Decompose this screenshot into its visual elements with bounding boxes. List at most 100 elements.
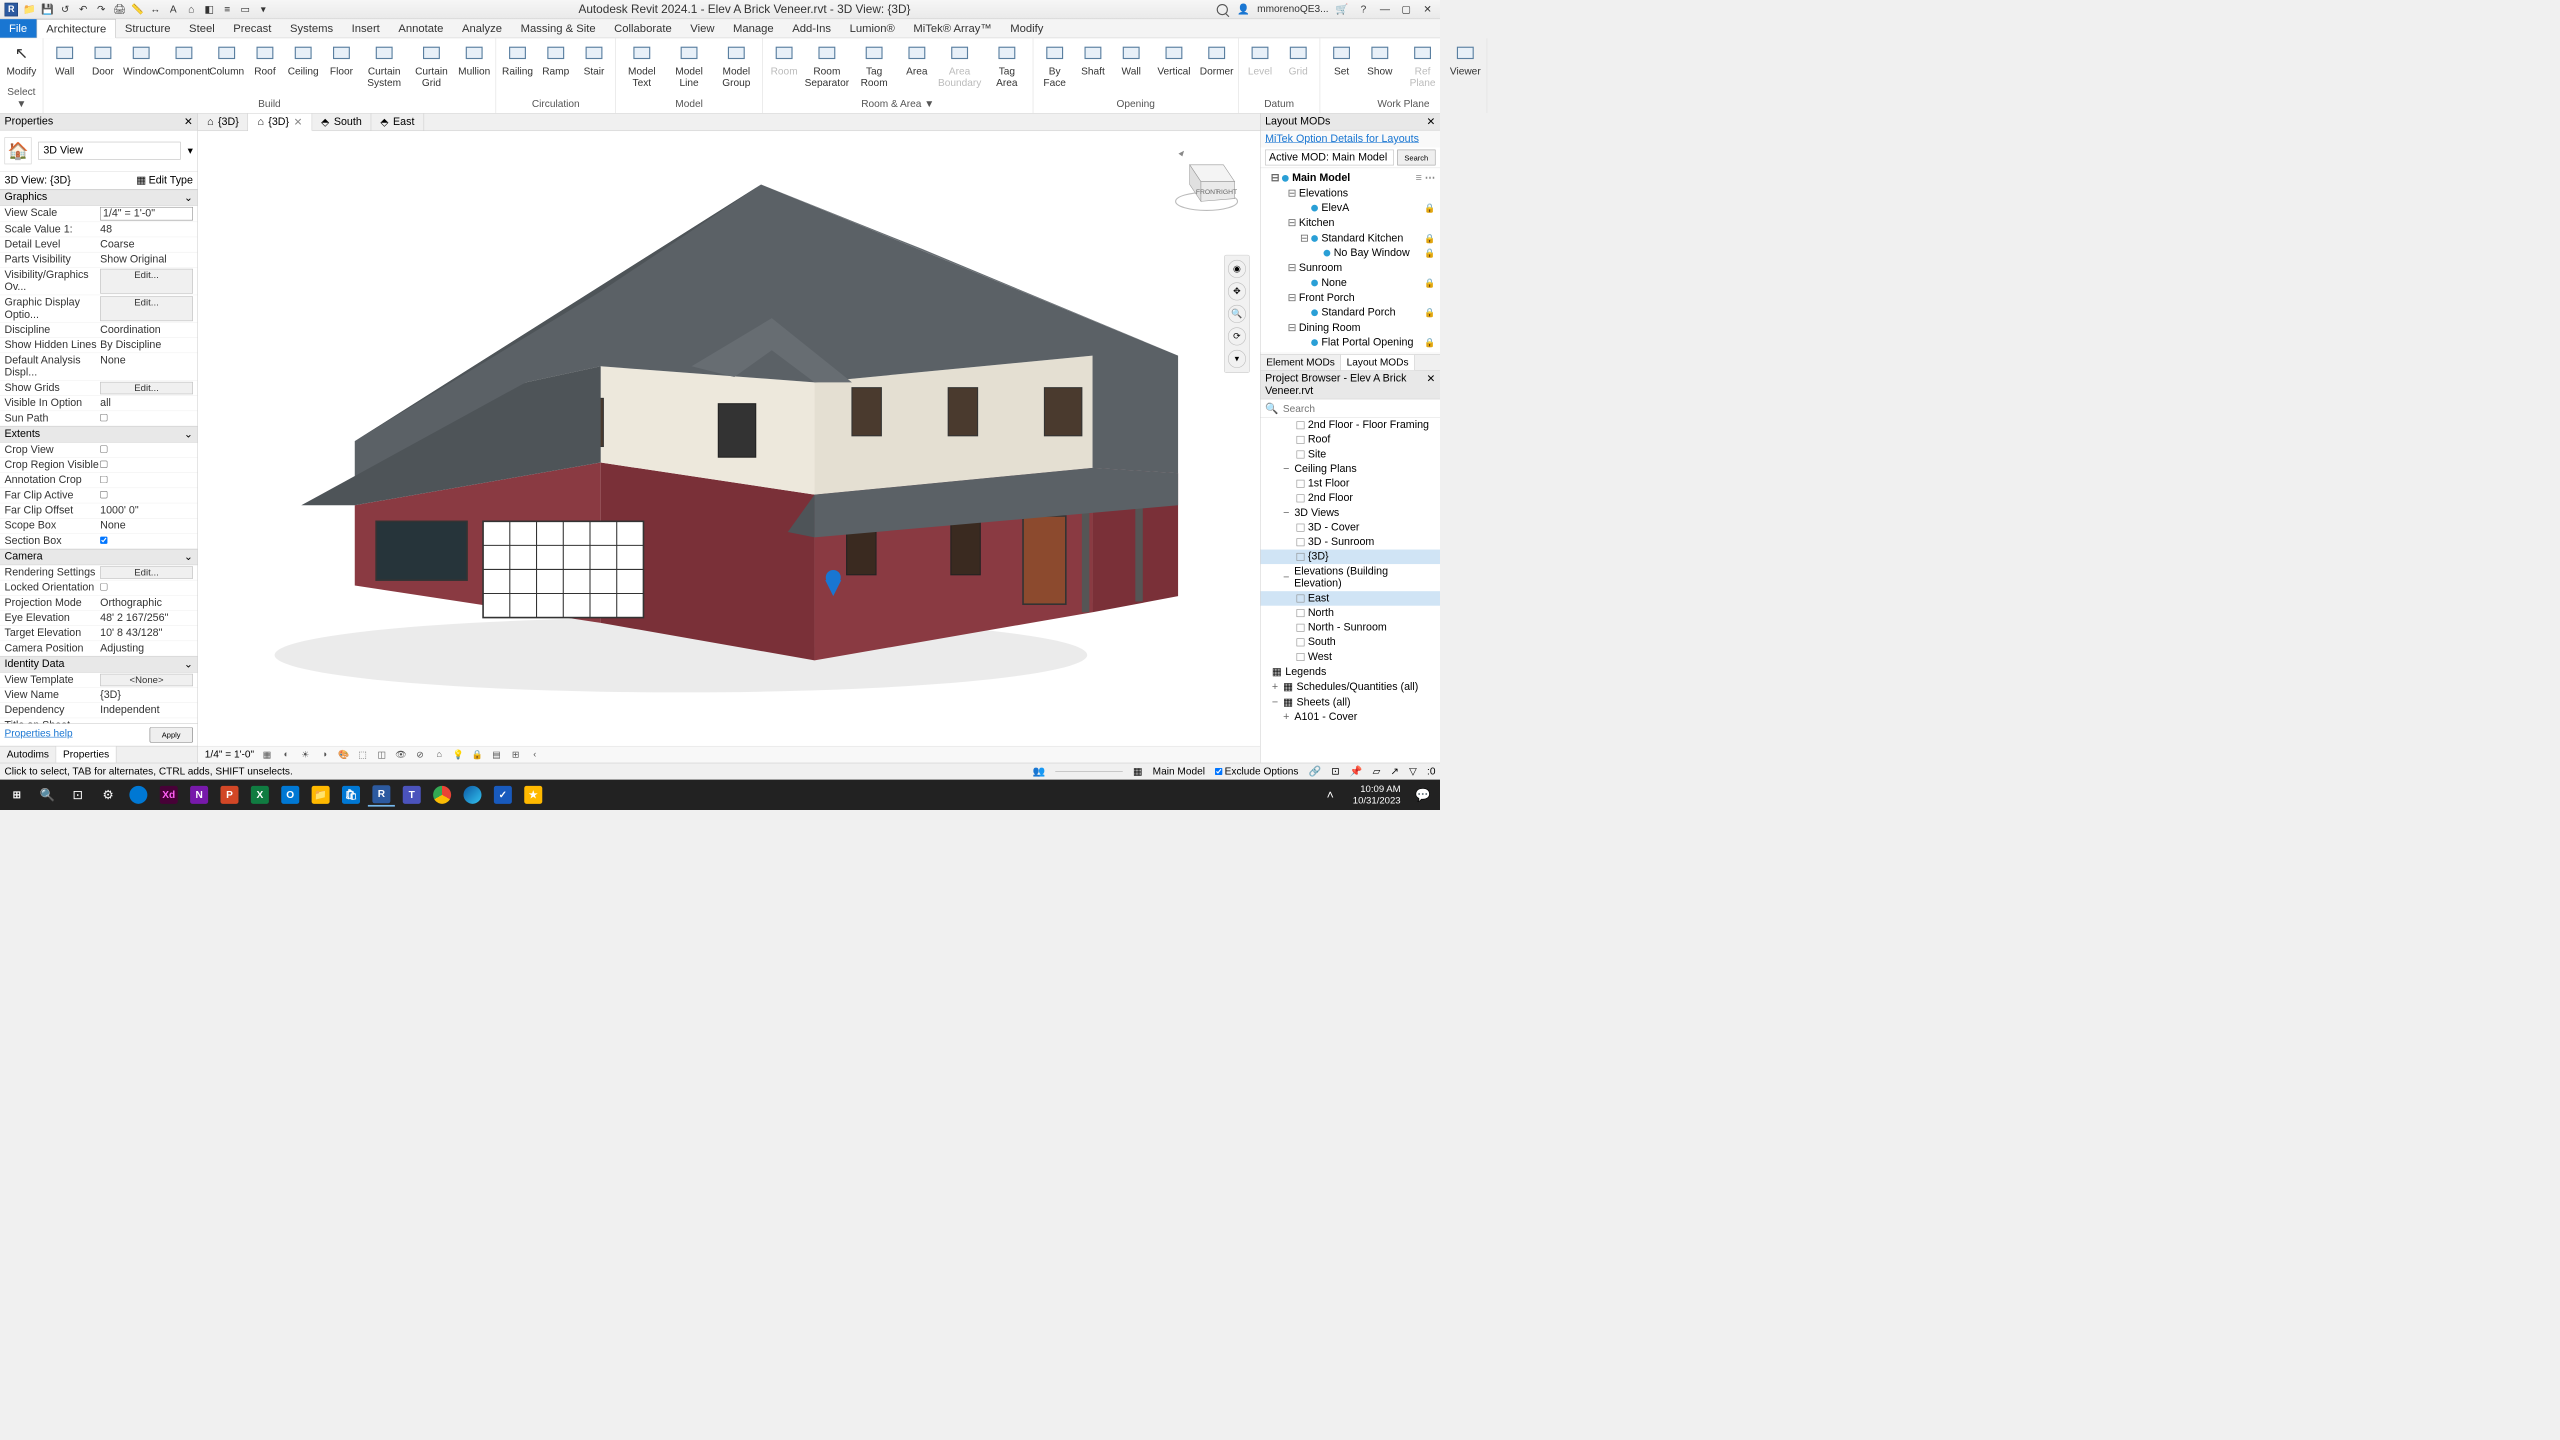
tree-node-main[interactable]: ⊟Main Model≡ ⋯ [1261, 170, 1440, 185]
shadows-icon[interactable]: ◑ [318, 748, 330, 760]
prop-value[interactable]: Edit... [100, 382, 193, 394]
text-icon[interactable]: A [167, 3, 181, 17]
nav-dropdown-icon[interactable]: ▾ [1228, 350, 1246, 368]
search-mods-button[interactable]: Search [1397, 150, 1435, 166]
menu-tab-file[interactable]: File [0, 19, 37, 38]
prop-value[interactable] [100, 412, 193, 424]
mods-tree-node[interactable]: ⊟Front Porch [1261, 290, 1440, 305]
view-tab[interactable]: ⬘South [312, 114, 371, 131]
redo-icon[interactable]: ↷ [95, 3, 109, 17]
select-face-icon[interactable]: ▱ [1373, 766, 1381, 778]
reveal-icon[interactable]: 💡 [452, 748, 464, 760]
mods-tree-node[interactable]: ⊟Standard Kitchen🔒 [1261, 231, 1440, 246]
section-icon[interactable]: ◧ [203, 3, 217, 17]
menu-tab-manage[interactable]: Manage [724, 19, 783, 38]
browser-item[interactable]: +A101 - Cover [1261, 710, 1440, 725]
browser-item[interactable]: North [1261, 606, 1440, 621]
prop-value[interactable]: 48' 2 167/256" [100, 612, 193, 624]
prop-value[interactable]: {3D} [100, 689, 193, 701]
tool-railing[interactable]: Railing [500, 41, 536, 97]
prop-category[interactable]: Identity Data⌄ [0, 656, 197, 672]
prop-value[interactable]: 1/4" = 1'-0" [100, 207, 193, 221]
browser-item[interactable]: −Ceiling Plans [1261, 462, 1440, 477]
mods-tree-node[interactable]: ⊟Elevations [1261, 186, 1440, 201]
taskbar-clock[interactable]: 10:09 AM 10/31/2023 [1347, 784, 1406, 806]
tool-viewer[interactable]: Viewer [1447, 41, 1483, 97]
tool-modify[interactable]: ↖Modify [3, 41, 39, 85]
dim-icon[interactable]: ↔ [149, 3, 163, 17]
menu-tab-structure[interactable]: Structure [116, 19, 180, 38]
thin-lines-icon[interactable]: ≡ [221, 3, 235, 17]
main-model-status[interactable]: Main Model [1153, 766, 1205, 778]
view-tab[interactable]: ⌂{3D}✕ [248, 114, 312, 131]
dropdown-icon[interactable]: ▾ [188, 144, 193, 157]
browser-item[interactable]: South [1261, 635, 1440, 650]
tool-dormer[interactable]: Dormer [1199, 41, 1235, 97]
menu-tab-lumion[interactable]: Lumion® [841, 19, 905, 38]
tool-area[interactable]: Area [899, 41, 935, 97]
todo-icon[interactable]: ✓ [489, 783, 516, 807]
tool-ramp[interactable]: Ramp [538, 41, 574, 97]
select-underlay-icon[interactable]: ⊡ [1331, 766, 1339, 778]
start-button[interactable]: ⊞ [3, 783, 30, 807]
mitek-option-details-link[interactable]: MiTek Option Details for Layouts [1261, 131, 1440, 148]
tray-up-icon[interactable]: ˄ [1317, 783, 1344, 807]
menu-tab-addins[interactable]: Add-Ins [783, 19, 840, 38]
onenote-icon[interactable]: N [186, 783, 213, 807]
help-icon[interactable]: ? [1356, 3, 1372, 17]
view-type-label[interactable]: 3D View [38, 142, 181, 160]
tool-model-line[interactable]: ModelLine [667, 41, 712, 97]
search-title-icon[interactable] [1214, 3, 1230, 17]
task-view-icon[interactable]: ⊡ [64, 783, 91, 807]
prop-value[interactable] [100, 459, 193, 471]
vc-icon[interactable]: ⊞ [510, 748, 522, 760]
close-browser-icon[interactable]: ✕ [1427, 372, 1436, 397]
tool-door[interactable]: Door [85, 41, 121, 97]
exclude-options-checkbox[interactable]: Exclude Options [1215, 766, 1298, 778]
project-browser-search[interactable]: 🔍 [1261, 399, 1440, 418]
search-input[interactable] [1283, 402, 1436, 414]
prop-value[interactable]: None [100, 520, 193, 532]
xd-icon[interactable]: Xd [155, 783, 182, 807]
tool-shaft[interactable]: Shaft [1075, 41, 1111, 97]
crop-icon[interactable]: ⬚ [357, 748, 369, 760]
browser-item[interactable]: 1st Floor [1261, 476, 1440, 491]
tool-wall[interactable]: Wall [1113, 41, 1149, 97]
prop-value[interactable]: Edit... [100, 296, 193, 321]
user-icon[interactable]: 👤 [1236, 3, 1252, 17]
sync-icon[interactable]: ↺ [59, 3, 73, 17]
worksets-icon[interactable]: ▤ [490, 748, 502, 760]
chrome-icon[interactable] [429, 783, 456, 807]
notifications-icon[interactable]: 💬 [1410, 783, 1437, 807]
mods-tree-node[interactable]: Standard Porch🔒 [1261, 305, 1440, 320]
measure-icon[interactable]: 📏 [131, 3, 145, 17]
close-views-icon[interactable]: ▭ [239, 3, 253, 17]
excel-icon[interactable]: X [246, 783, 273, 807]
worksets-status-icon[interactable]: 👥 [1033, 766, 1046, 778]
drag-elements-icon[interactable]: ↗ [1391, 766, 1399, 778]
pan-icon[interactable]: ✥ [1228, 282, 1246, 300]
constraints-icon[interactable]: 🔒 [471, 748, 483, 760]
design-options-icon[interactable]: ▦ [1133, 766, 1143, 778]
select-links-icon[interactable]: 🔗 [1309, 766, 1322, 778]
prop-value[interactable] [100, 444, 193, 456]
close-tab-icon[interactable]: ✕ [294, 116, 303, 129]
tool-room-separator[interactable]: RoomSeparator [804, 41, 849, 97]
tool-tag-room[interactable]: TagRoom [852, 41, 897, 97]
browser-item[interactable]: West [1261, 650, 1440, 665]
outlook-icon[interactable]: O [277, 783, 304, 807]
close-window-icon[interactable]: ✕ [1420, 3, 1436, 17]
prop-value[interactable]: Edit... [100, 566, 193, 578]
filter-icon[interactable]: ▽ [1409, 766, 1417, 778]
menu-tab-steel[interactable]: Steel [180, 19, 224, 38]
maximize-icon[interactable]: ▢ [1398, 3, 1414, 17]
browser-item[interactable]: 2nd Floor [1261, 491, 1440, 506]
zoom-icon[interactable]: 🔍 [1228, 305, 1246, 323]
tool-set[interactable]: Set [1324, 41, 1360, 97]
revit-logo-icon[interactable]: R [5, 3, 19, 17]
view-tab[interactable]: ⬘East [371, 114, 424, 131]
tool-show[interactable]: Show [1362, 41, 1398, 97]
prop-value[interactable] [100, 489, 193, 501]
mods-tree-node[interactable]: ⊟Kitchen [1261, 215, 1440, 230]
tool-window[interactable]: Window [123, 41, 159, 97]
